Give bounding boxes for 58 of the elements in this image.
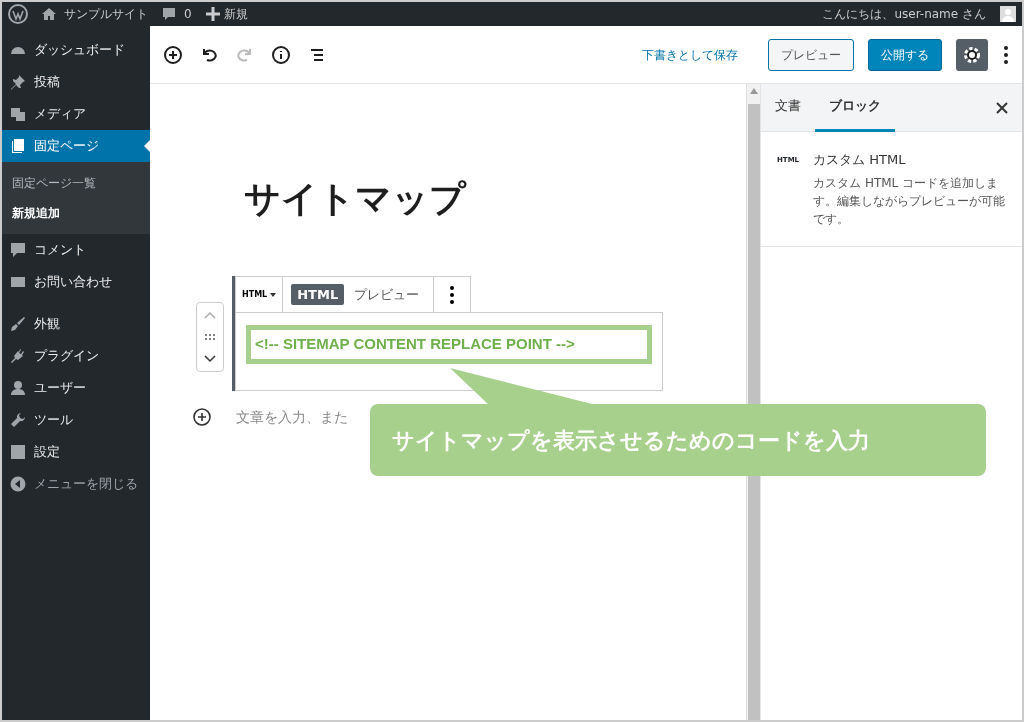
up-chevron-icon (204, 310, 216, 319)
envelope-icon (10, 274, 26, 290)
down-chevron-icon (204, 355, 216, 364)
pin-icon (10, 74, 26, 90)
sidebar-item[interactable]: 外観 (2, 308, 150, 340)
settings-button[interactable] (956, 38, 988, 71)
greeting[interactable]: こんにちは、user-name さん (822, 5, 986, 23)
avatar-icon (1000, 6, 1016, 22)
block-description: カスタム HTML コードを追加します。編集しながらプレビューが可能です。 (813, 174, 1006, 228)
page-title[interactable]: サイトマップ (244, 172, 746, 226)
brush-icon (10, 316, 26, 332)
submenu-item[interactable]: 新規追加 (2, 198, 150, 228)
collapse-menu-button[interactable]: メニューを閉じる (2, 468, 150, 500)
plug-icon (10, 348, 26, 364)
publish-button[interactable]: 公開する (868, 38, 942, 71)
site-name[interactable]: サンプルサイト (64, 5, 148, 23)
gear-icon (963, 45, 981, 64)
mode-tab[interactable]: プレビュー (348, 283, 426, 306)
comment-icon (162, 7, 176, 21)
block-name: カスタム HTML (813, 151, 907, 169)
block-type-button[interactable]: HTML (236, 277, 284, 312)
sidebar-item[interactable]: 設定 (2, 436, 150, 468)
close-icon[interactable] (996, 101, 1008, 114)
plus-icon (205, 7, 220, 21)
sidebar-item[interactable]: お問い合わせ (2, 266, 150, 298)
more-options-icon[interactable] (1002, 43, 1010, 66)
paragraph-placeholder[interactable]: 文章を入力、また (236, 406, 348, 428)
comment-icon (10, 242, 26, 258)
info-icon[interactable] (270, 43, 292, 66)
sliders-icon (10, 444, 26, 460)
preview-button[interactable]: プレビュー (768, 38, 854, 71)
panel-tab[interactable]: 文書 (761, 83, 815, 132)
sidebar-item[interactable]: メディア (2, 98, 150, 130)
panel-tab[interactable]: ブロック (815, 83, 895, 132)
sidebar-item[interactable]: ダッシュボード (2, 34, 150, 66)
drag-handle-icon (205, 334, 215, 340)
sidebar-item[interactable]: プラグイン (2, 340, 150, 372)
home-icon (42, 7, 56, 21)
add-block-icon[interactable] (192, 407, 212, 427)
media-icon (10, 106, 26, 122)
logo-icon[interactable] (8, 4, 28, 24)
mode-tab[interactable]: HTML (291, 283, 345, 306)
sidebar-item[interactable]: 投稿 (2, 66, 150, 98)
pages-icon (10, 138, 26, 154)
caret-icon (270, 292, 277, 297)
sidebar-item[interactable]: コメント (2, 234, 150, 266)
user-icon (10, 380, 26, 396)
wrench-icon (10, 412, 26, 428)
block-mover[interactable] (196, 302, 224, 372)
new-link[interactable]: 新規 (223, 5, 248, 23)
sidebar-item[interactable]: ユーザー (2, 372, 150, 404)
save-draft-button[interactable]: 下書きとして保存 (636, 44, 744, 65)
sidebar-item[interactable]: ツール (2, 404, 150, 436)
site-link[interactable]: サンプルサイト (42, 5, 148, 23)
add-block-icon[interactable] (162, 43, 184, 66)
comment-count[interactable]: 0 (184, 5, 192, 23)
submenu-item[interactable]: 固定ページ一覧 (2, 168, 150, 198)
sidebar-item[interactable]: 固定ページ (2, 130, 150, 162)
